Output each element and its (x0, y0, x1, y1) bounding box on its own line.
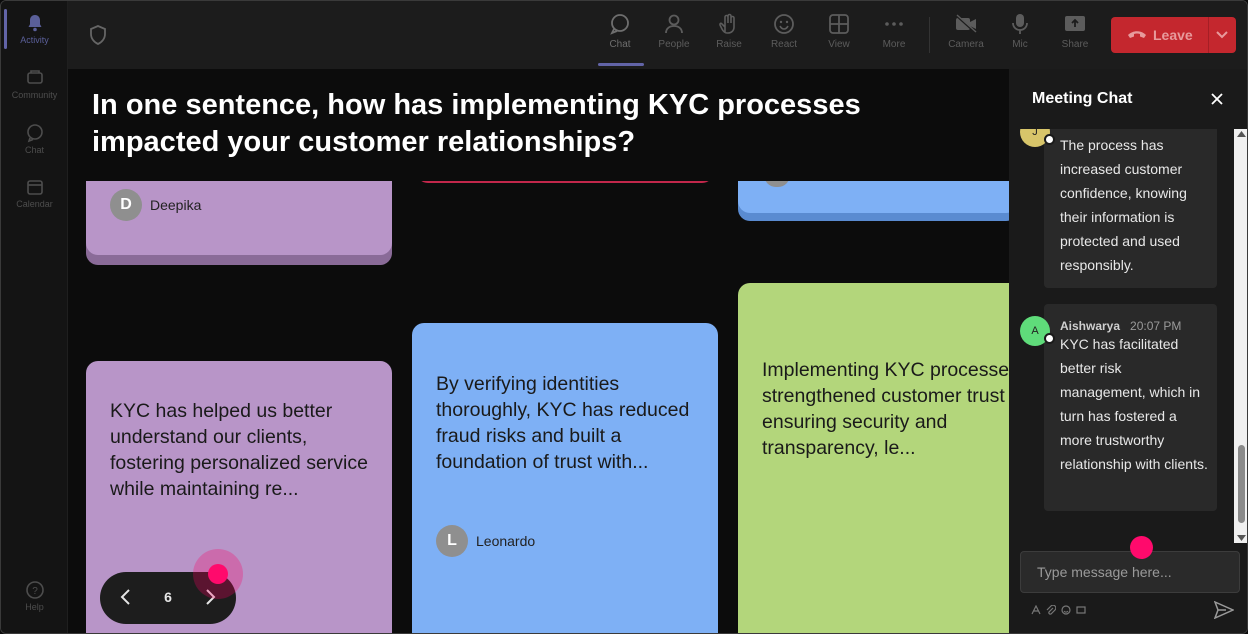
status-dot (1044, 134, 1055, 145)
grid-view-icon (829, 14, 849, 34)
share-button-label: Share (1061, 39, 1089, 50)
emoji-icon[interactable] (1061, 605, 1071, 615)
view-button[interactable]: View (817, 11, 861, 61)
card-author: D Deepika (110, 189, 201, 221)
meeting-chat-panel: The process has increased customer confi… (1009, 69, 1247, 633)
chat-message: Aishwarya 20:07 PM KYC has facilitated be… (1044, 304, 1217, 511)
avatar: L (436, 525, 468, 557)
chat-button[interactable]: Chat (598, 11, 642, 61)
question-title: In one sentence, how has implementing KY… (92, 89, 861, 158)
send-icon[interactable] (1214, 601, 1234, 619)
close-icon[interactable] (1210, 92, 1224, 106)
chat-message: The process has increased customer confi… (1044, 117, 1217, 288)
format-icon[interactable] (1031, 605, 1041, 615)
more-button[interactable]: More (872, 11, 916, 61)
chat-icon (26, 124, 43, 143)
active-tab-indicator (598, 63, 644, 66)
scroll-thumb[interactable] (1238, 445, 1245, 523)
status-dot (1044, 333, 1055, 344)
raise-hand-icon (719, 13, 735, 34)
rail-item-label: Chat (24, 145, 44, 155)
more-dots-icon (885, 22, 903, 26)
camera-off-icon (955, 14, 977, 34)
gif-icon[interactable] (1076, 605, 1086, 615)
people-icon (665, 14, 683, 34)
rail-item-help[interactable]: ? Help (1, 580, 68, 612)
chat-message-text: The process has increased customer confi… (1060, 137, 1187, 273)
scroll-up-icon[interactable] (1237, 131, 1246, 137)
avatar-initial: A (1031, 325, 1039, 337)
timestamp: 20:07 PM (1130, 319, 1182, 333)
mic-button-label: Mic (1012, 39, 1028, 50)
avatar: A (1020, 316, 1055, 346)
people-button-label: People (658, 39, 690, 50)
rail-item-chat[interactable]: Chat (1, 123, 68, 155)
rail-item-label: Calendar (16, 199, 53, 209)
bell-icon (28, 15, 41, 32)
chevron-left-icon[interactable] (118, 588, 134, 606)
leave-button-label: Leave (1153, 27, 1193, 43)
view-button-label: View (828, 39, 850, 50)
leave-button[interactable]: Leave (1111, 17, 1236, 53)
share-icon (1065, 16, 1085, 31)
compose-toolbar (1031, 605, 1086, 615)
chat-message-text: KYC has facilitated better risk manageme… (1060, 336, 1208, 472)
chat-title: Meeting Chat (1032, 90, 1133, 107)
card-author: L Leonardo (436, 525, 535, 557)
toolbar-divider (929, 17, 930, 53)
cursor-pointer (208, 564, 228, 584)
more-button-label: More (882, 39, 906, 50)
sender-name: Aishwarya (1060, 319, 1121, 333)
help-icon: ? (25, 581, 44, 599)
response-card[interactable]: Implementing KYC processes has strengthe… (738, 283, 1009, 633)
card-text: By verifying identities thoroughly, KYC … (436, 373, 690, 473)
author-name: Leonardo (476, 533, 536, 549)
rail-item-calendar[interactable]: Calendar (1, 177, 68, 209)
whiteboard-stage: In one sentence, how has implementing KY… (68, 69, 1009, 633)
people-button[interactable]: People (652, 11, 696, 61)
response-card[interactable]: By verifying identities thoroughly, KYC … (412, 323, 718, 633)
avatar: D (110, 189, 142, 221)
rail-item-label: Community (11, 90, 58, 100)
rail-item-label: Help (25, 602, 44, 612)
meeting-toolbar: Chat People Raise React View More Camera (68, 1, 1247, 69)
svg-text:?: ? (32, 586, 38, 597)
scroll-down-icon[interactable] (1237, 535, 1246, 541)
card-text: KYC has helped us better understand our … (110, 400, 368, 500)
react-button-label: React (770, 39, 798, 50)
shield-icon[interactable] (89, 25, 107, 45)
community-icon (26, 70, 43, 84)
chat-input[interactable] (1021, 552, 1239, 592)
mic-button[interactable]: Mic (998, 11, 1042, 61)
raise-hand-button[interactable]: Raise (707, 11, 751, 61)
cursor-pointer (1130, 536, 1153, 559)
meeting-window: Activity Community Chat Calendar ? Help … (0, 0, 1248, 634)
chat-compose-box[interactable] (1020, 551, 1240, 593)
rail-item-community[interactable]: Community (1, 68, 68, 100)
hang-up-icon (1128, 31, 1146, 38)
chat-bubble-icon (610, 14, 629, 35)
rail-item-activity[interactable]: Activity (1, 9, 68, 49)
chat-scrollbar[interactable] (1234, 129, 1247, 543)
page-number: 6 (164, 589, 172, 605)
camera-button[interactable]: Camera (944, 11, 988, 61)
share-button[interactable]: Share (1053, 11, 1097, 61)
leave-divider (1208, 17, 1209, 53)
attach-icon[interactable] (1046, 605, 1056, 615)
react-button[interactable]: React (762, 11, 806, 61)
app-rail: Activity Community Chat Calendar ? Help (1, 1, 68, 633)
chat-button-label: Chat (609, 39, 631, 50)
camera-button-label: Camera (948, 39, 984, 50)
rail-item-label: Activity (20, 35, 49, 45)
chat-header: Meeting Chat (1009, 69, 1247, 129)
author-name: Deepika (150, 197, 202, 213)
card-text: Implementing KYC processes has strengthe… (762, 359, 1009, 459)
calendar-icon (26, 180, 43, 195)
smiley-icon (774, 14, 794, 34)
chevron-down-icon[interactable] (1215, 28, 1229, 42)
mic-icon (1012, 14, 1028, 34)
raise-hand-button-label: Raise (716, 39, 742, 50)
